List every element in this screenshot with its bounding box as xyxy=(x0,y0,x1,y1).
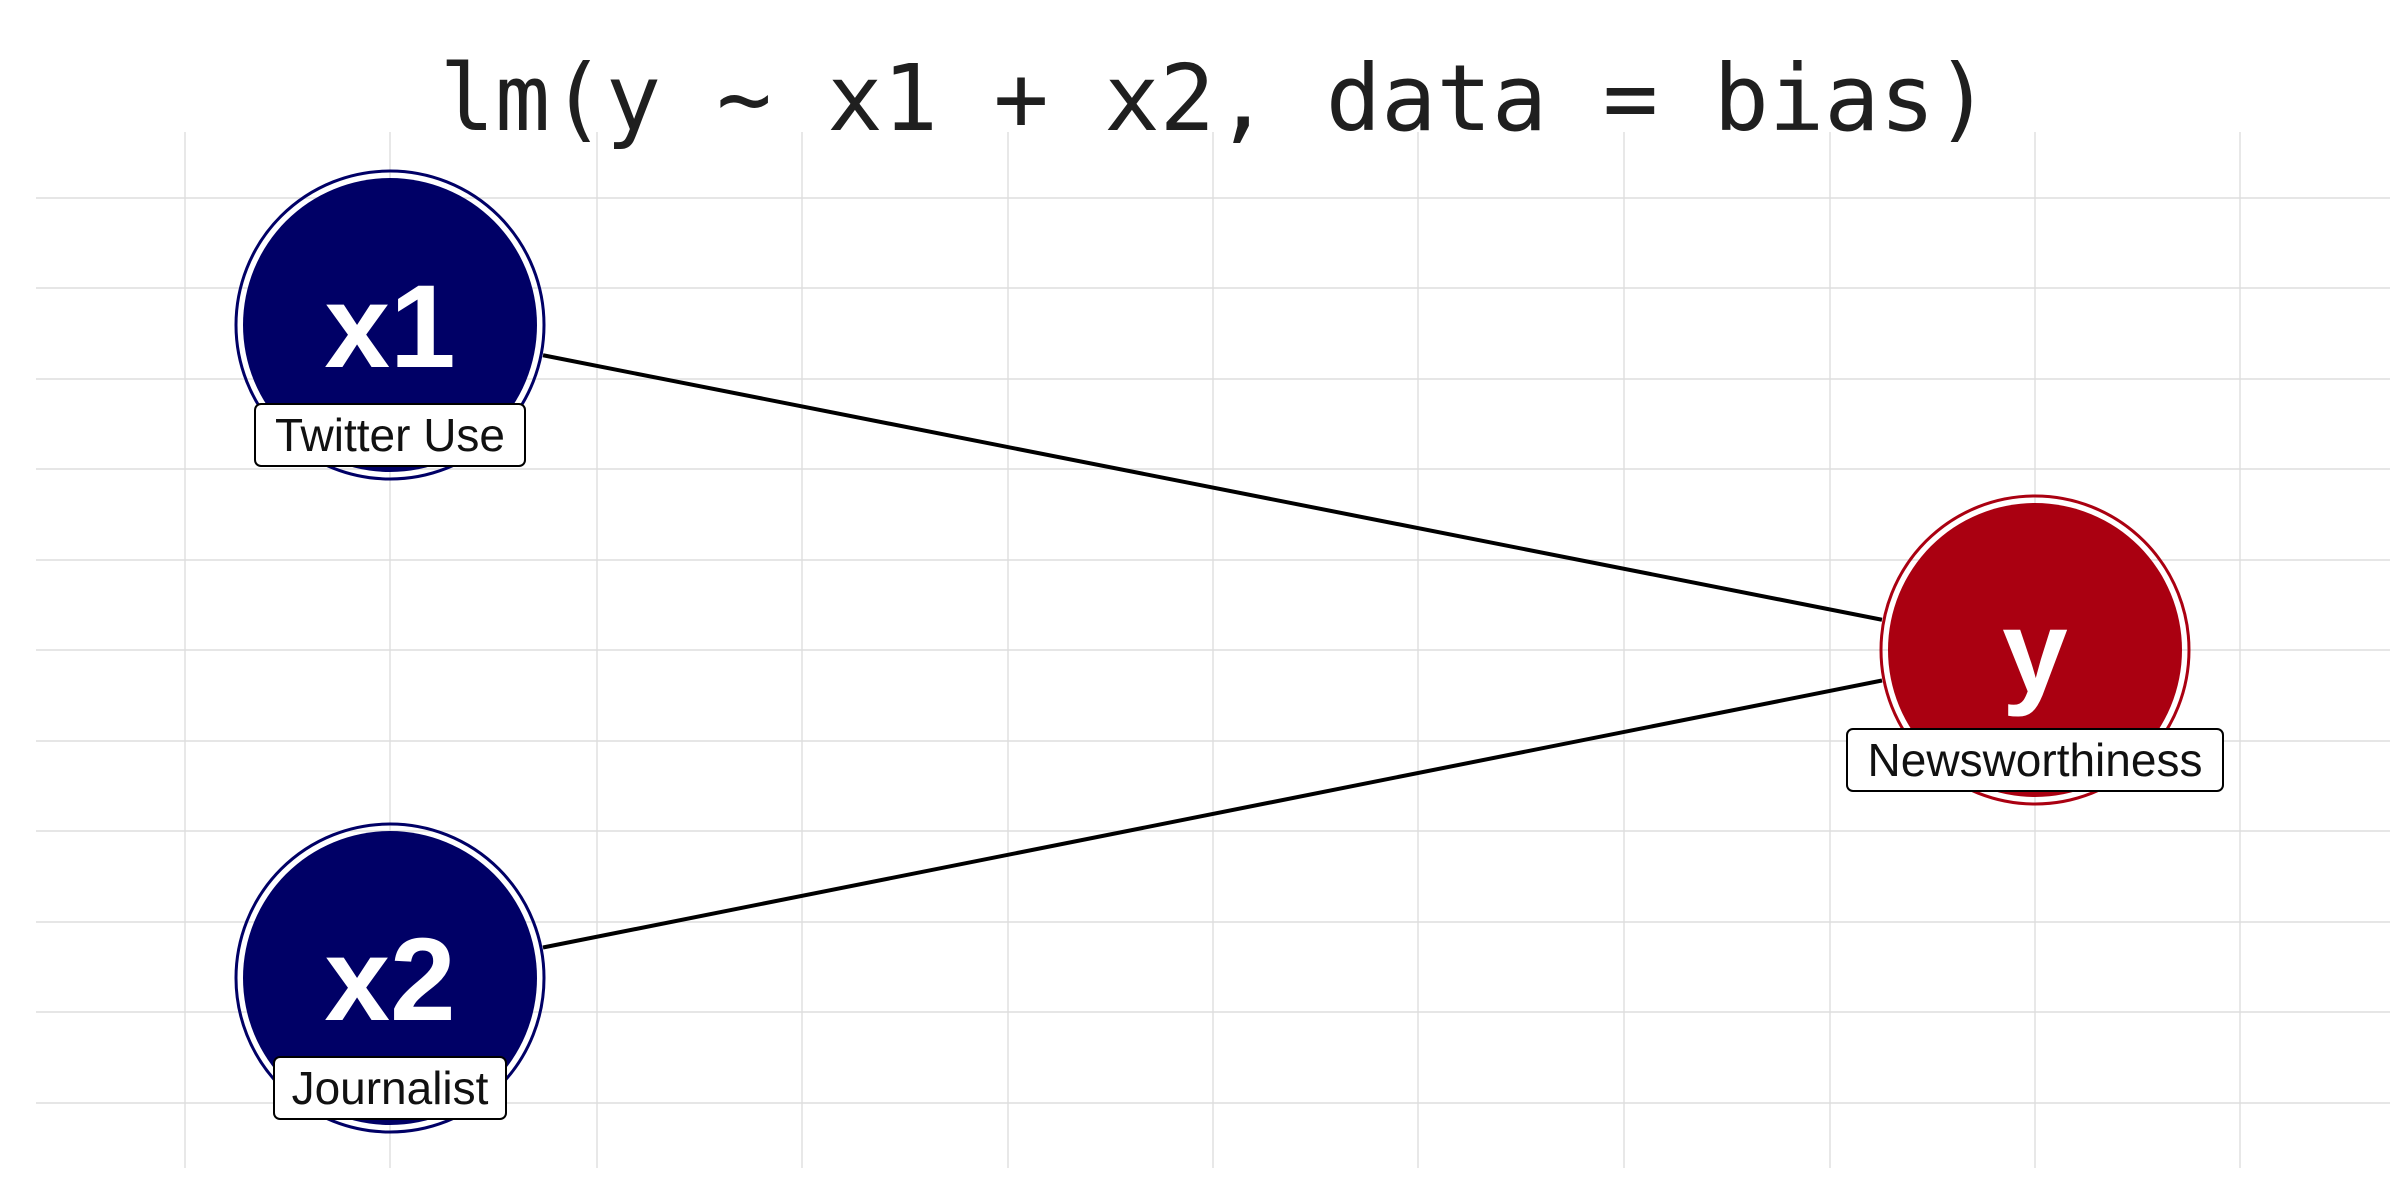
node-x1: x1 Twitter Use xyxy=(234,169,546,481)
node-y: y Newsworthiness xyxy=(1846,494,2224,806)
node-label: Newsworthiness xyxy=(1846,728,2224,792)
regression-diagram: x1 Twitter Use x2 Journalist y Newsworthiness… xyxy=(36,45,2390,1168)
node-label-text: Journalist xyxy=(292,1062,489,1114)
node-label: Journalist xyxy=(273,1056,507,1120)
node-label: Twitter Use xyxy=(254,403,526,467)
node-label-text: Newsworthiness xyxy=(1868,734,2203,786)
node-label-text: Twitter Use xyxy=(275,409,505,461)
model-formula-title: lm(y ~ x1 + x2, data = bias) xyxy=(440,45,1991,152)
node-letter: x1 xyxy=(324,261,455,393)
node-letter: y xyxy=(2002,586,2068,718)
node-x2: x2 Journalist xyxy=(234,822,546,1134)
nodes-layer: x1 Twitter Use x2 Journalist y Newsworthiness xyxy=(234,169,2224,1134)
node-letter: x2 xyxy=(324,914,455,1046)
